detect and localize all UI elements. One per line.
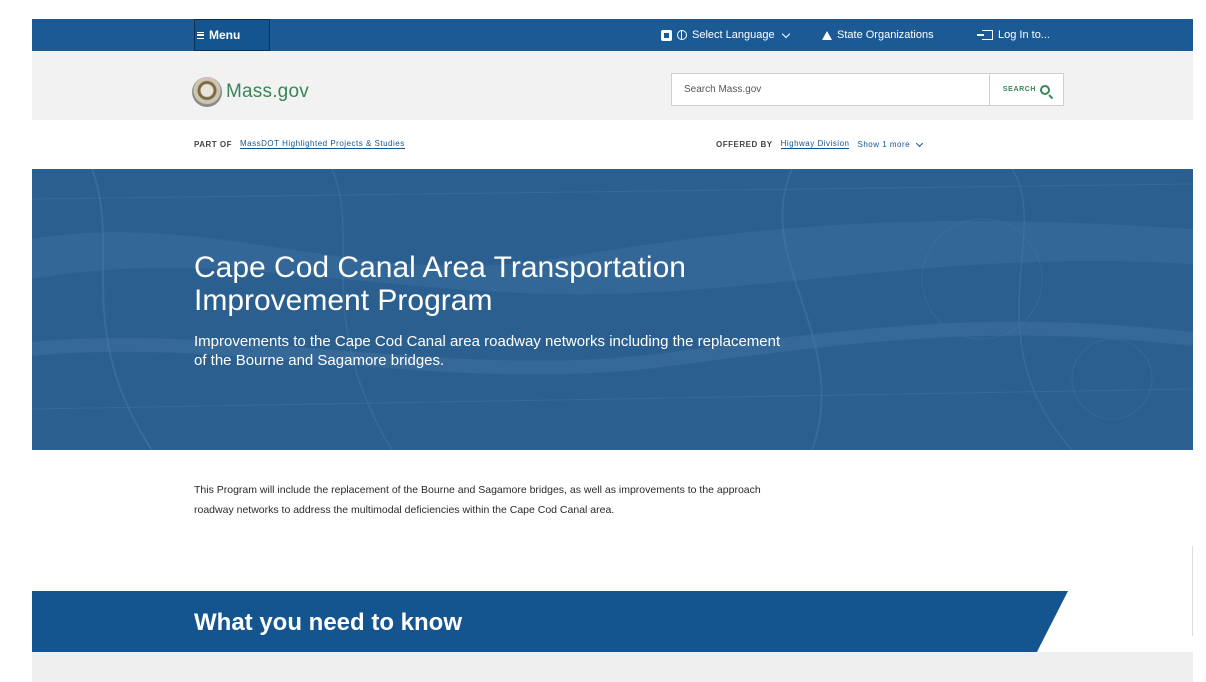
mass-gov-logo-link[interactable]: Mass.gov (192, 77, 309, 107)
part-of-label: PART OF (194, 139, 233, 149)
page-meta: PART OF MassDOT Highlighted Projects & S… (32, 120, 1193, 169)
section-body (32, 652, 1193, 682)
section-header-background (32, 591, 1068, 652)
site-header: Mass.gov SEARCH (32, 51, 1193, 120)
page-banner: Cape Cod Canal Area Transportation Impro… (32, 169, 1193, 450)
offered-by: OFFERED BY Highway Division Show 1 more (716, 139, 924, 149)
intro-paragraph: This Program will include the replacemen… (194, 484, 761, 516)
state-organizations-button[interactable]: State Organizations (822, 19, 934, 51)
menu-icon (197, 31, 204, 39)
language-label: Select Language (692, 29, 775, 41)
chevron-down-icon (916, 139, 924, 147)
building-icon (822, 30, 832, 40)
offered-by-link[interactable]: Highway Division (780, 139, 850, 149)
language-selector[interactable]: Select Language (661, 19, 790, 51)
show-more-button[interactable]: Show 1 more (857, 139, 924, 149)
part-of-link[interactable]: MassDOT Highlighted Projects & Studies (240, 139, 405, 149)
globe-icon (677, 30, 687, 40)
state-seal-icon (192, 77, 222, 107)
utility-nav: Menu Select Language State Organizations… (32, 19, 1193, 51)
login-icon (977, 30, 993, 40)
google-translate-icon (661, 29, 672, 41)
search-form: SEARCH (671, 73, 1064, 106)
section-header: What you need to know (32, 591, 1193, 652)
chevron-down-icon (781, 29, 790, 38)
page-frame: Menu Select Language State Organizations… (32, 19, 1193, 682)
search-button[interactable]: SEARCH (989, 74, 1063, 105)
section-title: What you need to know (194, 609, 462, 636)
login-label: Log In to... (998, 29, 1050, 41)
logo-text: Mass.gov (226, 81, 309, 102)
page-subtitle: Improvements to the Cape Cod Canal area … (194, 333, 781, 369)
page-title: Cape Cod Canal Area Transportation Impro… (194, 251, 686, 317)
menu-button[interactable]: Menu (194, 19, 270, 51)
search-input[interactable] (672, 74, 989, 105)
menu-label: Menu (209, 28, 241, 42)
show-more-label: Show 1 more (857, 139, 911, 149)
search-icon (1040, 84, 1051, 95)
part-of: PART OF MassDOT Highlighted Projects & S… (194, 139, 405, 149)
state-organizations-label: State Organizations (837, 29, 934, 41)
offered-by-label: OFFERED BY (716, 139, 773, 149)
search-button-label: SEARCH (1002, 86, 1037, 93)
login-button[interactable]: Log In to... (977, 19, 1050, 51)
